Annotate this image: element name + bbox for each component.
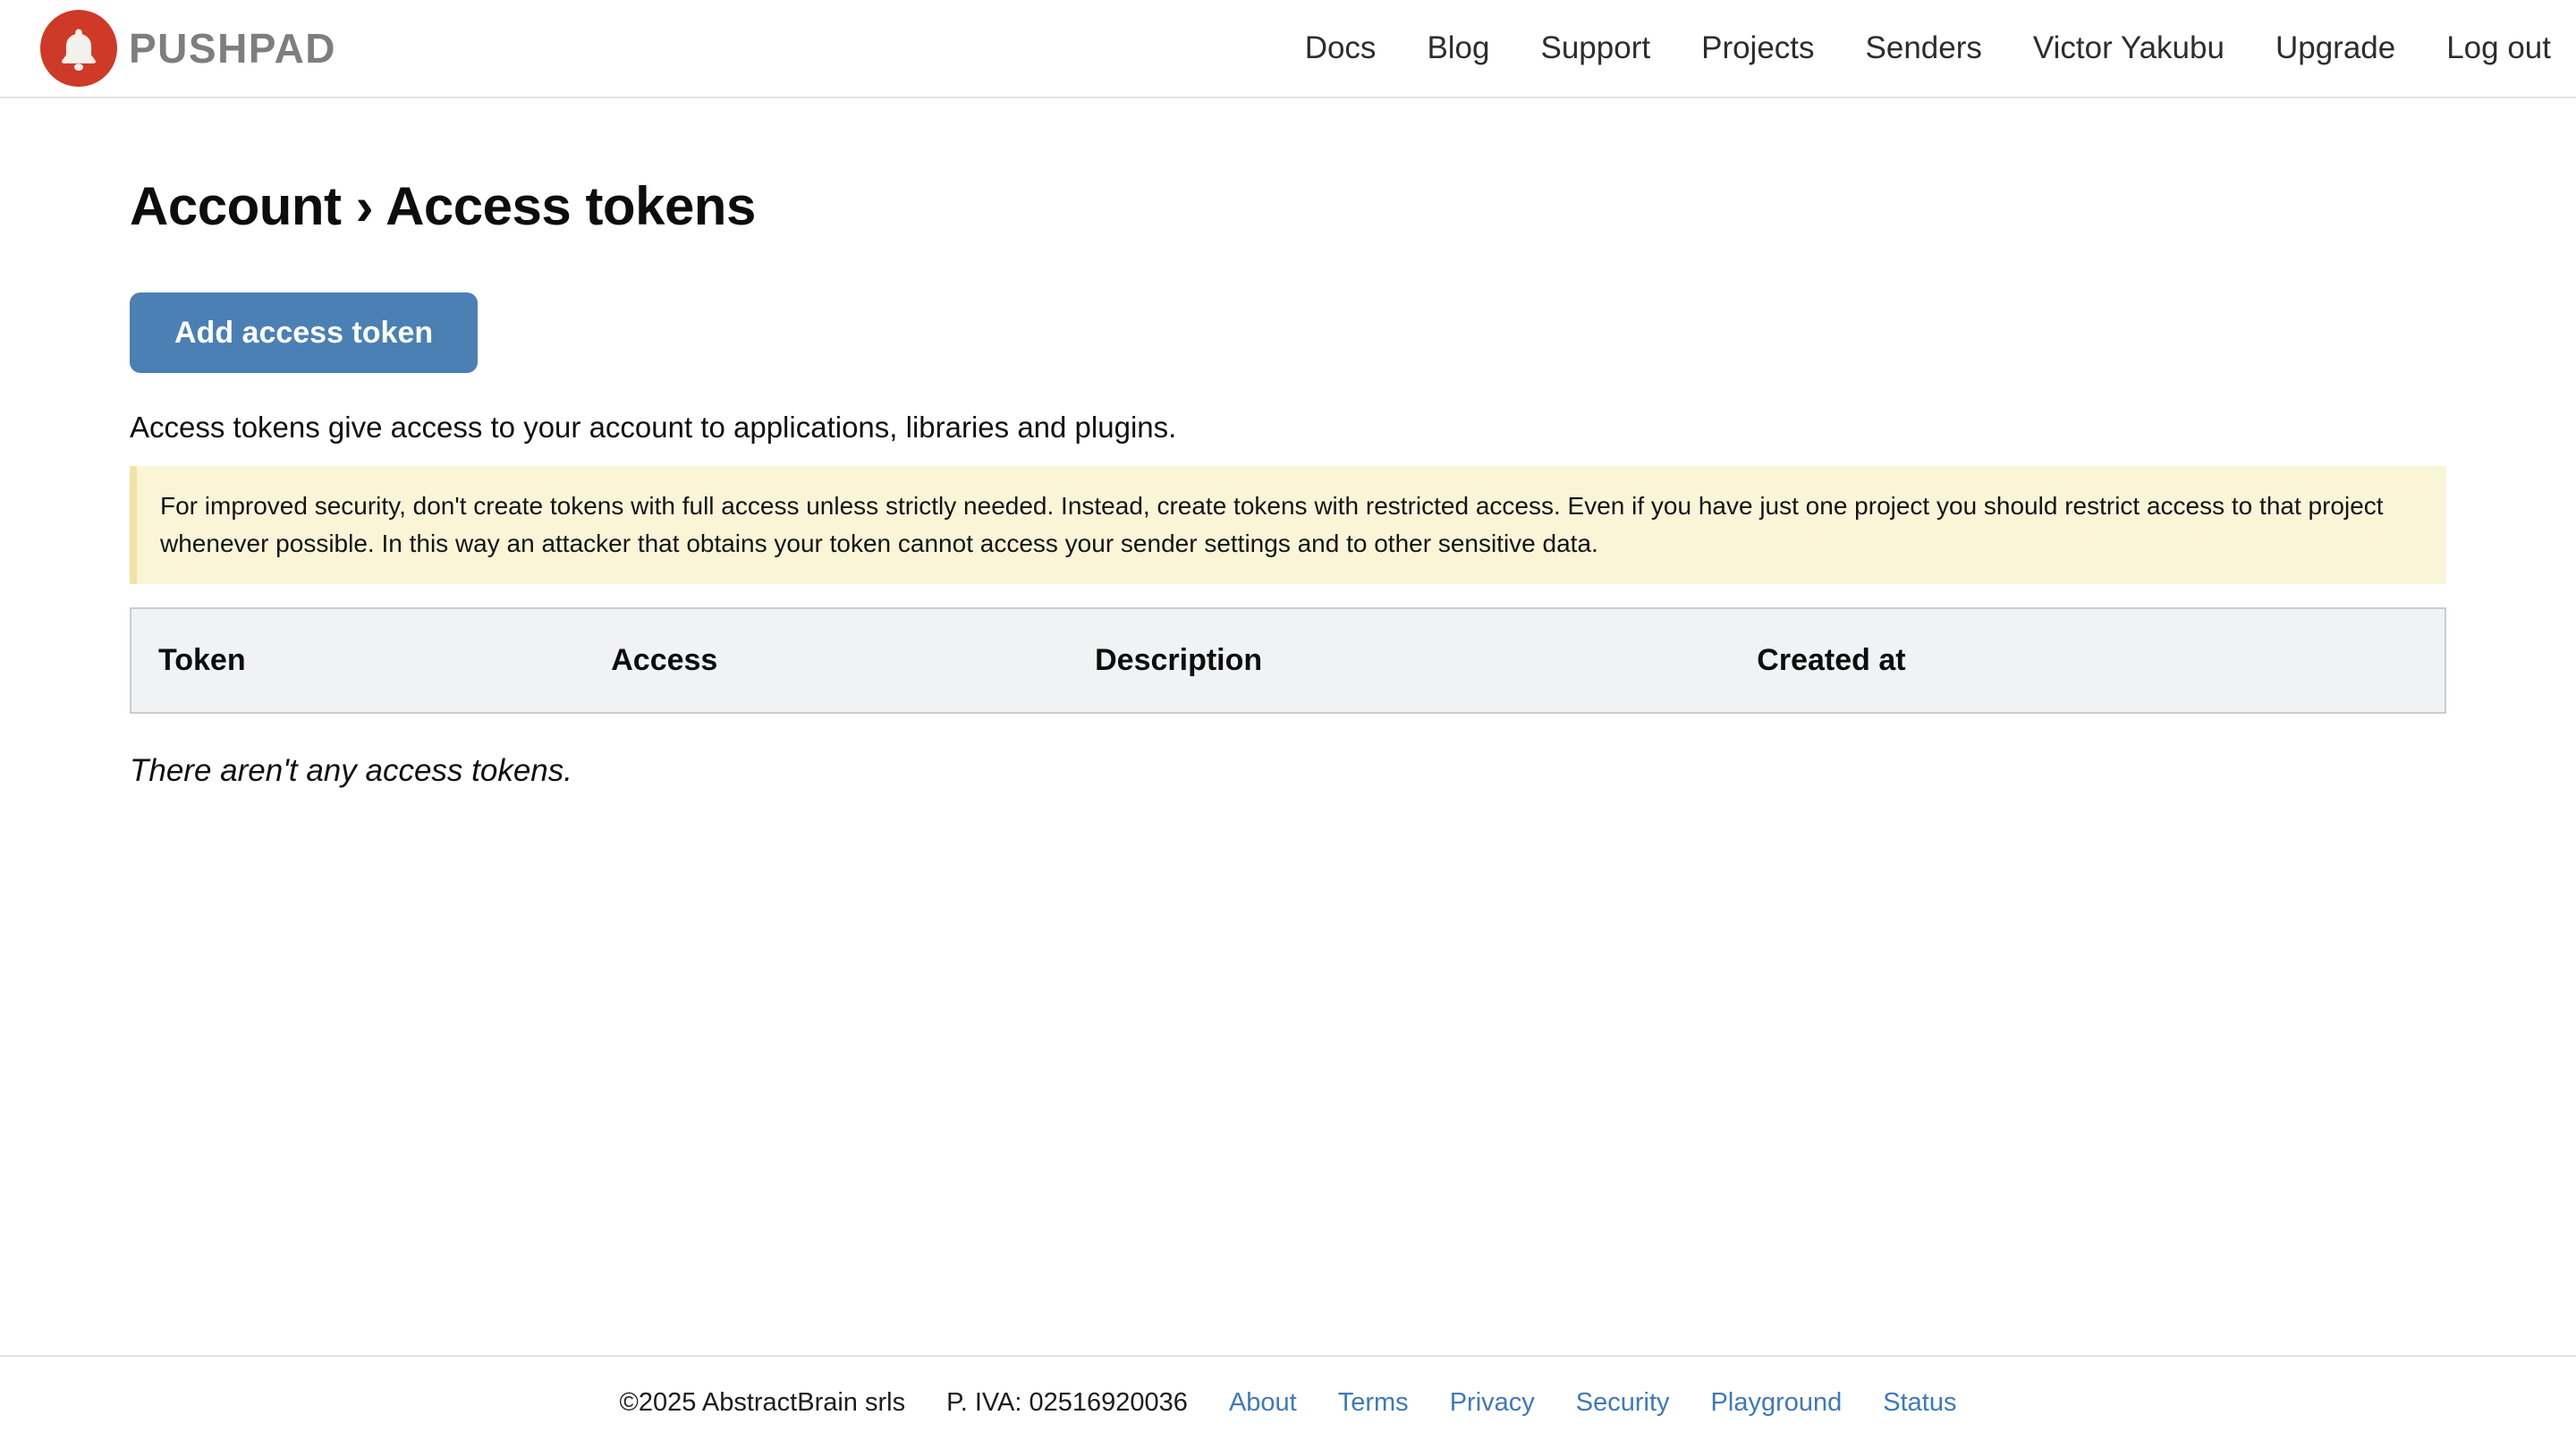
nav-item-projects[interactable]: Projects [1701, 30, 1814, 66]
column-header-description: Description [1068, 608, 1730, 713]
column-header-token: Token [131, 608, 584, 713]
nav-item-account-user[interactable]: Victor Yakubu [2033, 30, 2224, 66]
column-header-created-at: Created at [1730, 608, 2445, 713]
nav-item-upgrade[interactable]: Upgrade [2275, 30, 2395, 66]
nav-item-docs[interactable]: Docs [1305, 30, 1377, 66]
footer-link-privacy[interactable]: Privacy [1450, 1388, 1535, 1418]
add-access-token-button[interactable]: Add access token [130, 292, 478, 373]
footer-link-about[interactable]: About [1229, 1388, 1297, 1418]
empty-state-message: There aren't any access tokens. [130, 753, 2446, 789]
nav-item-blog[interactable]: Blog [1427, 30, 1489, 66]
brand-logo-link[interactable]: PUSHPAD [40, 10, 336, 87]
footer-copyright: ©2025 AbstractBrain srls [620, 1388, 906, 1418]
footer: ©2025 AbstractBrain srls P. IVA: 0251692… [0, 1355, 2576, 1449]
nav-item-support[interactable]: Support [1541, 30, 1651, 66]
header: PUSHPAD Docs Blog Support Projects Sende… [0, 0, 2576, 98]
nav-item-logout[interactable]: Log out [2446, 30, 2551, 66]
column-header-access: Access [584, 608, 1068, 713]
footer-vat: P. IVA: 02516920036 [946, 1388, 1188, 1418]
page-description: Access tokens give access to your accoun… [130, 411, 2446, 445]
footer-link-security[interactable]: Security [1576, 1388, 1670, 1418]
footer-link-status[interactable]: Status [1883, 1388, 1956, 1418]
bell-icon [40, 10, 117, 87]
nav-item-senders[interactable]: Senders [1866, 30, 1982, 66]
footer-link-playground[interactable]: Playground [1711, 1388, 1843, 1418]
table-header-row: Token Access Description Created at [131, 608, 2445, 713]
brand-name: PUSHPAD [129, 24, 336, 72]
security-warning-alert: For improved security, don't create toke… [130, 466, 2446, 584]
access-tokens-table: Token Access Description Created at [130, 607, 2446, 714]
footer-link-terms[interactable]: Terms [1338, 1388, 1409, 1418]
main-nav: Docs Blog Support Projects Senders Victo… [1305, 30, 2551, 66]
main-content: Account › Access tokens Add access token… [130, 98, 2446, 1355]
page-root: PUSHPAD Docs Blog Support Projects Sende… [0, 0, 2576, 1449]
page-title: Account › Access tokens [130, 175, 2446, 239]
